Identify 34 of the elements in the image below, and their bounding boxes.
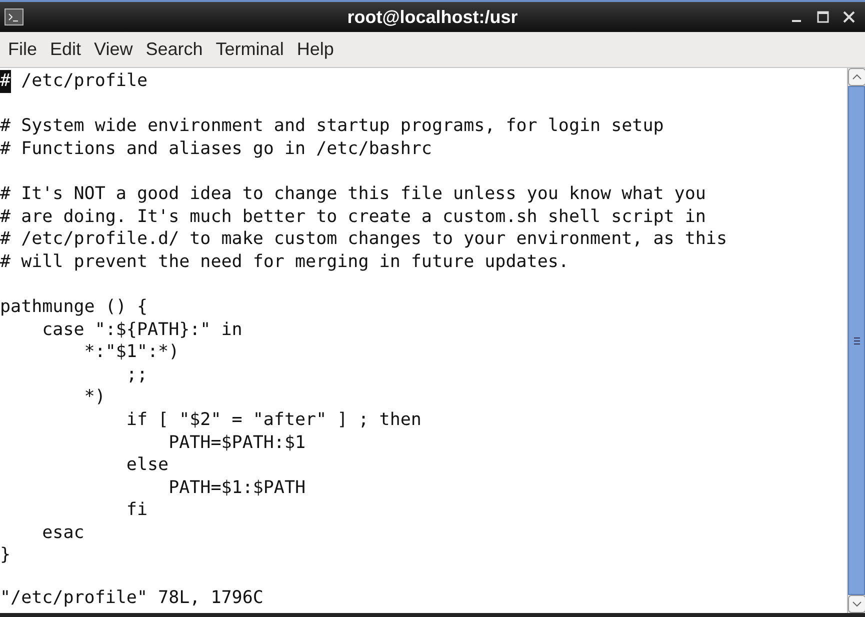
menu-item[interactable]: File bbox=[2, 34, 44, 65]
scroll-down-icon[interactable] bbox=[848, 595, 865, 613]
menu-item[interactable]: Edit bbox=[44, 34, 88, 65]
code-line: /etc/profile bbox=[20, 70, 148, 93]
code-line: case ":${PATH}:" in bbox=[41, 318, 242, 342]
code-line: pathmunge () { bbox=[0, 296, 148, 319]
code-line: # are doing. It's much better to create a custom.sh shell script in bbox=[0, 206, 706, 228]
scroll-up-icon[interactable] bbox=[848, 68, 865, 86]
code-line: # will prevent the need for merging in future updates. bbox=[0, 250, 569, 274]
close-icon[interactable] bbox=[843, 11, 855, 23]
code-line: # System wide environment and startup programs, for login setup bbox=[0, 115, 664, 138]
menu-item[interactable]: Search bbox=[140, 34, 209, 65]
menu-item[interactable]: Help bbox=[290, 34, 340, 65]
code-line: *:"$1":*) bbox=[83, 341, 180, 364]
code-line: if [ "$2" = "after" ] ; then bbox=[125, 408, 422, 432]
code-line: PATH=$PATH:$1 bbox=[168, 432, 306, 454]
menu-item[interactable]: Terminal bbox=[210, 34, 290, 65]
text-cursor: # bbox=[0, 70, 11, 93]
code-line: esac bbox=[41, 522, 84, 544]
code-line: # /etc/profile.d/ to make custom changes to your environment, as this bbox=[0, 228, 727, 251]
code-line: *) bbox=[83, 386, 106, 409]
maximize-icon[interactable] bbox=[817, 11, 829, 23]
menu-item[interactable]: View bbox=[88, 34, 139, 65]
code-line: PATH=$1:$PATH bbox=[168, 476, 306, 500]
code-line: ;; bbox=[125, 364, 148, 386]
code-line: fi bbox=[125, 499, 148, 522]
terminal-icon[interactable] bbox=[4, 8, 24, 26]
code-line: } bbox=[0, 544, 11, 568]
code-line: # Functions and aliases go in /etc/bashrc bbox=[0, 138, 432, 160]
status-line: "/etc/profile" 78L, 1796C bbox=[0, 588, 264, 608]
grip-icon bbox=[852, 336, 860, 344]
code-line: else bbox=[125, 454, 169, 477]
window-title: root@localhost:/usr bbox=[347, 6, 518, 28]
code-line: # It's NOT a good idea to change this file unless you know what you bbox=[0, 182, 706, 206]
